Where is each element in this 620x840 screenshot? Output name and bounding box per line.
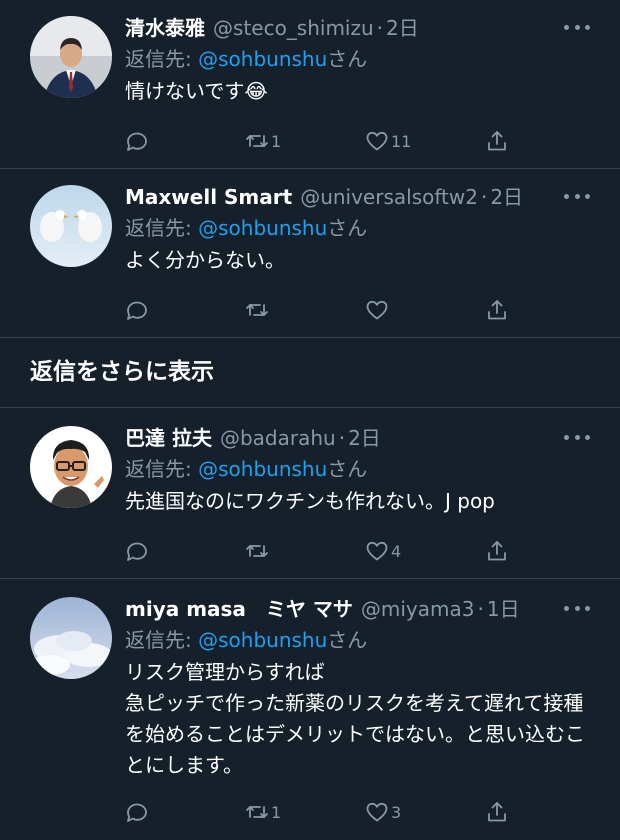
like-button[interactable]: 11	[365, 126, 411, 156]
share-icon	[488, 802, 506, 822]
share-icon	[488, 131, 506, 151]
reply-suffix: さん	[327, 47, 368, 71]
mention-link[interactable]: @sohbunshu	[198, 628, 327, 652]
reply-prefix: 返信先:	[125, 457, 199, 481]
heart-icon	[366, 300, 388, 320]
mention-link[interactable]: @sohbunshu	[198, 457, 327, 481]
author-name[interactable]: miya masa ミヤ マサ	[125, 593, 353, 622]
like-button[interactable]: 4	[365, 536, 401, 566]
replying-to: 返信先: @sohbunshuさん	[125, 623, 600, 657]
separator-dot: ·	[376, 16, 384, 40]
avatar[interactable]	[30, 185, 112, 267]
share-button[interactable]	[485, 295, 509, 325]
separator-dot: ·	[480, 185, 488, 209]
mention-link[interactable]: @sohbunshu	[198, 47, 327, 71]
separator-dot: ·	[477, 597, 484, 621]
reply-icon	[127, 542, 147, 561]
tweet-text: リスク管理からすれば 急ピッチで作った新薬のリスクを考えて遅れて接種を始めること…	[125, 660, 585, 777]
like-button[interactable]	[365, 295, 391, 325]
reply-icon	[127, 803, 147, 822]
like-count: 3	[391, 802, 402, 822]
reply-prefix: 返信先:	[125, 216, 199, 240]
like-count: 11	[391, 131, 412, 151]
author-name[interactable]: Maxwell Smart	[125, 185, 292, 209]
share-button[interactable]	[485, 797, 509, 827]
heart-icon	[366, 541, 388, 561]
tweet[interactable]: 巴達 拉夫 @badarahu · 2日 返信先: @sohbunshuさん 先…	[0, 408, 620, 578]
replying-to: 返信先: @sohbunshuさん	[125, 211, 600, 245]
replying-to: 返信先: @sohbunshuさん	[125, 42, 600, 76]
avatar[interactable]	[30, 426, 112, 508]
author-handle[interactable]: @miyama3	[361, 597, 475, 621]
author-name[interactable]: 清水泰雅	[125, 12, 205, 41]
more-icon[interactable]	[564, 12, 590, 42]
retweet-icon	[246, 806, 268, 818]
share-button[interactable]	[485, 126, 509, 156]
retweet-button[interactable]	[245, 295, 271, 325]
retweet-icon	[246, 545, 268, 557]
timestamp[interactable]: 2日	[490, 181, 523, 210]
replying-to: 返信先: @sohbunshuさん	[125, 452, 600, 486]
reply-suffix: さん	[327, 216, 368, 240]
heart-icon	[366, 802, 388, 822]
retweet-icon	[246, 135, 268, 147]
show-more-replies-button[interactable]: 返信をさらに表示	[30, 352, 214, 386]
author-handle[interactable]: @steco_shimizu	[213, 16, 374, 40]
retweet-icon	[246, 304, 268, 316]
retweet-count: 1	[271, 131, 282, 151]
more-icon[interactable]	[564, 181, 590, 211]
retweet-count: 1	[271, 802, 282, 822]
share-button[interactable]	[485, 536, 509, 566]
share-icon	[488, 300, 506, 320]
avatar[interactable]	[30, 597, 112, 679]
reply-button[interactable]	[125, 797, 151, 827]
heart-icon	[366, 131, 388, 151]
more-icon[interactable]	[564, 593, 590, 623]
tweet-text: 情けないです😂	[125, 79, 268, 103]
share-icon	[488, 541, 506, 561]
divider	[0, 337, 620, 338]
reply-suffix: さん	[327, 457, 368, 481]
retweet-button[interactable]: 1	[245, 126, 281, 156]
mention-link[interactable]: @sohbunshu	[198, 216, 327, 240]
like-count: 4	[391, 541, 402, 561]
more-icon[interactable]	[564, 422, 590, 452]
reply-icon	[127, 301, 147, 320]
timestamp[interactable]: 1日	[487, 593, 520, 622]
reply-button[interactable]	[125, 536, 151, 566]
tweet[interactable]: 清水泰雅 @steco_shimizu · 2日 返信先: @sohbunshu…	[0, 0, 620, 168]
timestamp[interactable]: 2日	[348, 422, 381, 451]
reply-suffix: さん	[327, 628, 368, 652]
reply-button[interactable]	[125, 126, 151, 156]
author-name[interactable]: 巴達 拉夫	[125, 422, 212, 451]
tweet-text: 先進国なのにワクチンも作れない。J pop	[125, 489, 495, 513]
reply-icon	[127, 132, 147, 151]
like-button[interactable]: 3	[365, 797, 401, 827]
author-handle[interactable]: @universalsoftw2	[300, 185, 478, 209]
tweet[interactable]: Maxwell Smart @universalsoftw2 · 2日 返信先:…	[0, 169, 620, 337]
timestamp[interactable]: 2日	[386, 12, 419, 41]
retweet-button[interactable]: 1	[245, 797, 281, 827]
separator-dot: ·	[338, 426, 346, 450]
reply-button[interactable]	[125, 295, 151, 325]
retweet-button[interactable]	[245, 536, 271, 566]
tweet-text: よく分からない。	[125, 248, 285, 272]
reply-prefix: 返信先:	[125, 47, 199, 71]
avatar[interactable]	[30, 16, 112, 98]
author-handle[interactable]: @badarahu	[220, 426, 336, 450]
reply-prefix: 返信先:	[125, 628, 199, 652]
tweet[interactable]: miya masa ミヤ マサ @miyama3 · 1日 返信先: @sohb…	[0, 579, 620, 840]
